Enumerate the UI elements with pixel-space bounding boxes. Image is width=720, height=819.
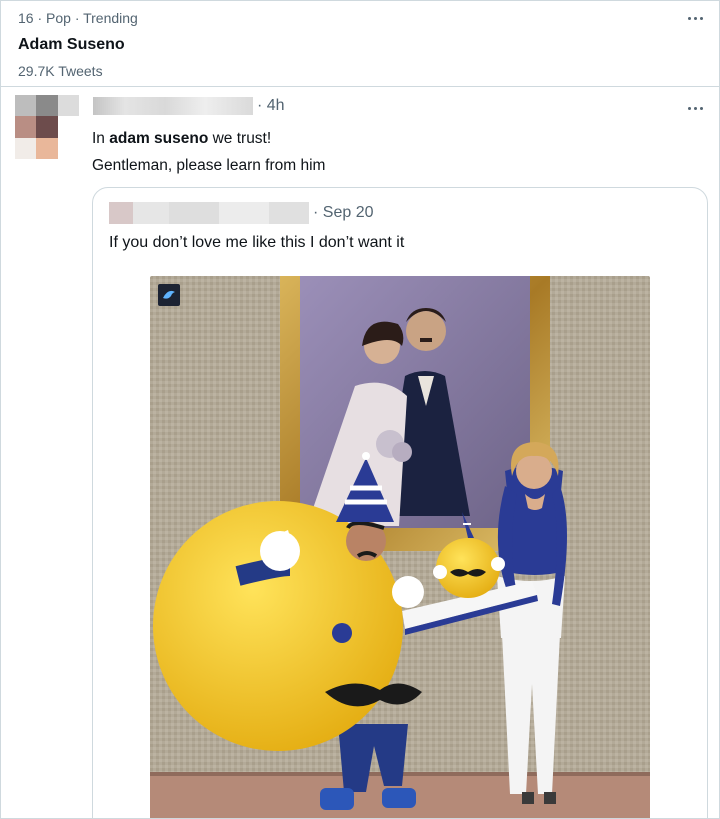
tweet-text-prefix: In [92, 130, 110, 147]
quoted-timestamp: · Sep 20 [313, 204, 374, 221]
trend-header[interactable]: 16 · Pop · Trending Adam Suseno 29.7K Tw… [1, 1, 719, 87]
tweet-text-line-2: Gentleman, please learn from him [92, 157, 326, 174]
tweet-text: In adam suseno we trust! Gentleman, plea… [92, 125, 325, 179]
timeline-frame: 16 · Pop · Trending Adam Suseno 29.7K Tw… [0, 0, 720, 819]
photo-illustration [150, 276, 650, 818]
more-horizontal-icon[interactable] [683, 11, 707, 25]
tweet-text-suffix: we trust! [208, 130, 272, 147]
more-horizontal-icon[interactable] [683, 101, 707, 115]
bird-logo-icon [158, 284, 180, 306]
tweet-timestamp[interactable]: · 4h [257, 97, 285, 115]
tweet-text-bold[interactable]: adam suseno [109, 130, 208, 147]
trend-tweet-count: 29.7K Tweets [18, 63, 103, 79]
quoted-tweet[interactable]: · Sep 20 If you don’t love me like this … [92, 187, 708, 818]
author-name-redacted[interactable] [93, 97, 253, 115]
tweet-photo[interactable] [150, 276, 650, 818]
trend-meta: 16 · Pop · Trending [18, 10, 138, 26]
trend-title[interactable]: Adam Suseno [18, 36, 125, 54]
tweet-text-line-1: In adam suseno we trust! [92, 125, 325, 152]
quoted-author-name-redacted [109, 202, 309, 224]
avatar[interactable] [15, 95, 79, 159]
quoted-text: If you don’t love me like this I don’t w… [109, 234, 405, 251]
